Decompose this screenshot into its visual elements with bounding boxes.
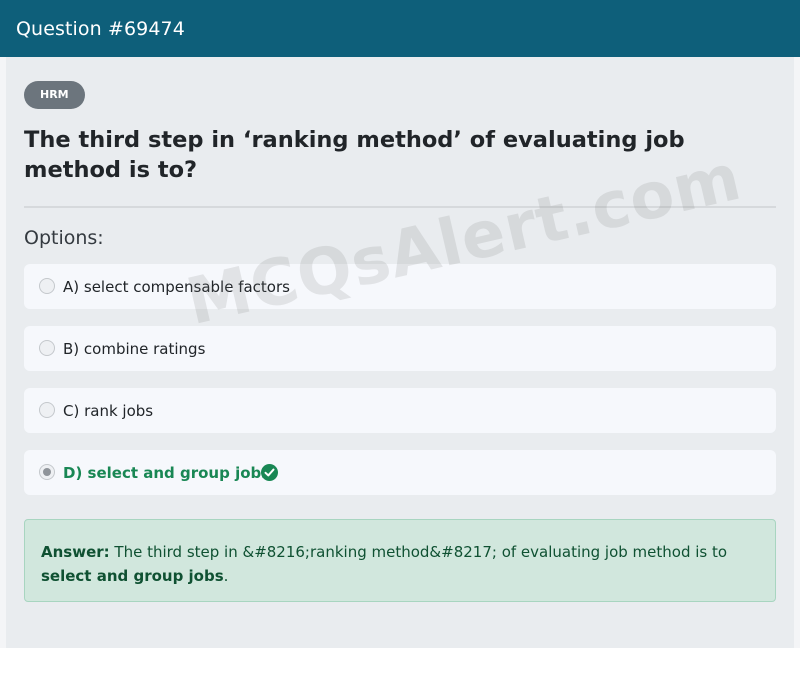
answer-box: Answer: The third step in &#8216;ranking… — [24, 519, 776, 602]
option-label: A) select compensable factors — [63, 278, 290, 296]
option-b[interactable]: B) combine ratings — [24, 326, 776, 371]
option-d[interactable]: D) select and group jobs — [24, 450, 776, 495]
radio-icon[interactable] — [39, 278, 55, 294]
question-header: Question #69474 — [0, 0, 800, 57]
radio-icon[interactable] — [39, 464, 55, 480]
option-label: B) combine ratings — [63, 340, 206, 358]
answer-highlight: select and group jobs — [41, 567, 224, 585]
option-label: C) rank jobs — [63, 402, 154, 420]
radio-icon[interactable] — [39, 402, 55, 418]
question-text: The third step in ‘ranking method’ of ev… — [24, 127, 685, 183]
options-heading: Options: — [24, 227, 104, 249]
divider — [24, 206, 776, 208]
option-label: D) select and group jobs — [63, 464, 271, 482]
radio-icon[interactable] — [39, 340, 55, 356]
check-circle-icon — [261, 464, 278, 481]
question-number: Question #69474 — [16, 18, 185, 40]
answer-prefix: Answer: — [41, 543, 110, 561]
category-badge[interactable]: HRM — [24, 81, 85, 109]
option-c[interactable]: C) rank jobs — [24, 388, 776, 433]
answer-body: The third step in &#8216;ranking method&… — [109, 543, 728, 561]
option-a[interactable]: A) select compensable factors — [24, 264, 776, 309]
answer-suffix: . — [223, 567, 229, 585]
